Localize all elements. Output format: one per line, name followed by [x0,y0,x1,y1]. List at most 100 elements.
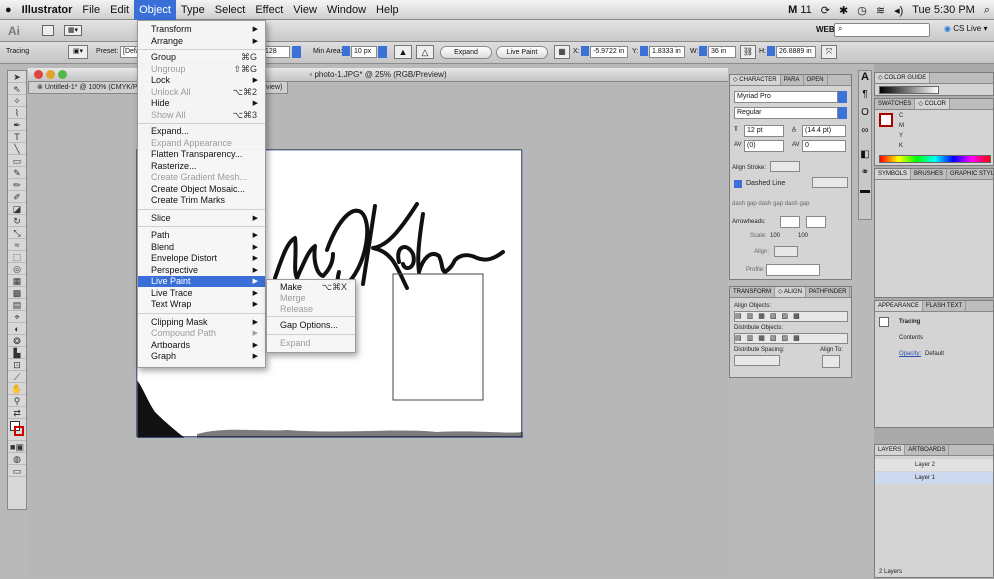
menu-item-live-paint[interactable]: Live Paint ▶ [138,276,265,287]
cs-live[interactable]: ◉ CS Live ▾ [944,24,987,33]
tab-character[interactable]: ◇ CHARACTER [730,75,781,85]
links-panel-icon[interactable]: ∞ [859,125,871,149]
symbol-sprayer-tool-icon[interactable]: ❂ [8,335,26,347]
tab-appearance[interactable]: APPEARANCE [875,301,924,311]
scale-end-value[interactable]: 100 [798,233,808,239]
adobe-status-icon[interactable]: M 11 [788,4,812,16]
w-stepper[interactable] [699,46,707,56]
menu-item-expand-appearance[interactable]: Expand Appearance [138,138,265,149]
menu-item-compound-path[interactable]: Compound Path ▶ [138,328,265,339]
h-field[interactable]: 26.8889 in [776,46,816,58]
close-window-icon[interactable] [34,70,43,79]
transparency-panel-icon[interactable]: ◧ [859,149,871,167]
leading-field[interactable]: (14.4 pt) [802,125,846,137]
color-spectrum[interactable] [879,155,991,163]
menu-item-create-trim-marks[interactable]: Create Trim Marks [138,195,265,206]
font-style-field[interactable]: Regular [734,107,838,119]
x-field[interactable]: -5.9722 in [590,46,628,58]
shape-builder-tool-icon[interactable]: ◎ [8,263,26,275]
profile-dropdown[interactable] [766,264,820,276]
swap-colors-icon[interactable]: ⇄ [8,407,26,419]
tab-artboards[interactable]: ARTBOARDS [905,445,950,455]
layer-row-2[interactable]: Layer 2 [875,459,993,471]
pen-tool-icon[interactable]: ✒ [8,119,26,131]
menu-edit[interactable]: Edit [105,0,134,20]
lasso-tool-icon[interactable]: ⌇ [8,107,26,119]
perspective-grid-tool-icon[interactable]: ▦ [8,275,26,287]
menu-item-unlock-all[interactable]: Unlock All ⌥⌘2 [138,87,265,98]
tab-transform[interactable]: TRANSFORM [730,287,775,297]
wifi-icon[interactable]: ≋ [876,4,885,17]
opentype-panel-icon[interactable]: O [859,107,871,125]
threshold-dropdown-icon[interactable] [292,46,301,58]
menu-help[interactable]: Help [371,0,404,20]
menu-item-text-wrap[interactable]: Text Wrap ▶ [138,299,265,310]
tracing-presets-icon[interactable]: ▣▾ [68,45,88,59]
w-field[interactable]: 36 in [708,46,736,58]
pathfinder-panel-icon[interactable]: ⚭ [859,167,871,185]
kerning-field[interactable]: (0) [744,140,784,152]
zoom-tool-icon[interactable]: ⚲ [8,395,26,407]
font-style-dropdown-icon[interactable] [838,107,847,119]
color-mode-icon[interactable]: ■▣ [8,441,26,453]
opacity-link[interactable]: Opacity: [899,351,921,357]
min-area-field[interactable]: 10 px [351,46,377,58]
menu-item-artboards[interactable]: Artboards ▶ [138,340,265,351]
menu-item-arrange[interactable]: Arrange ▶ [138,36,265,47]
min-area-dropdown-icon[interactable] [378,46,387,58]
align-stroke-buttons[interactable] [770,161,800,172]
menu-item-flatten-transparency[interactable]: Flatten Transparency... [138,149,265,160]
align-objects-buttons[interactable]: ▤▥▦▧▨▩ [734,311,848,322]
menu-item-expand[interactable]: Expand... [138,126,265,137]
distribute-objects-buttons[interactable]: ▤▥▦▧▨▩ [734,333,848,344]
paintbrush-tool-icon[interactable]: ✎ [8,167,26,179]
artboard-tool-icon[interactable]: ⊡ [8,359,26,371]
minimize-window-icon[interactable] [46,70,55,79]
zoom-window-icon[interactable] [58,70,67,79]
time-machine-icon[interactable]: ◷ [857,4,867,17]
menu-object[interactable]: Object [134,0,176,20]
draw-mode-icon[interactable]: ◍ [8,453,26,465]
direct-selection-tool-icon[interactable]: ⇖ [8,83,26,95]
transform-options-icon[interactable]: ⤧ [821,45,837,59]
menu-item-ungroup[interactable]: Ungroup ⇧⌘G [138,64,265,75]
constrain-link-icon[interactable]: ⛓ [740,45,756,59]
tab-symbols[interactable]: SYMBOLS [875,169,912,179]
arrange-documents-icon[interactable]: ▦▾ [64,25,82,36]
fill-stroke-swatch[interactable] [879,113,893,127]
line-tool-icon[interactable]: ╲ [8,143,26,155]
free-transform-tool-icon[interactable]: ⬚ [8,251,26,263]
selection-tool-icon[interactable]: ➤ [8,71,26,83]
tab-brushes[interactable]: BRUSHES [911,169,948,179]
end-arrowhead-dropdown[interactable] [806,216,826,228]
font-family-field[interactable]: Myriad Pro [734,91,838,103]
start-arrowhead-dropdown[interactable] [780,216,800,228]
menu-view[interactable]: View [288,0,322,20]
bridge-icon[interactable] [42,25,54,36]
document-tab-close-icon[interactable]: ⊗ [37,84,43,91]
appearance-contents[interactable]: Contents [899,335,923,341]
live-paint-button[interactable]: Live Paint [496,46,548,59]
graph-tool-icon[interactable]: ▙ [8,347,26,359]
menu-item-perspective[interactable]: Perspective ▶ [138,265,265,276]
menu-illustrator[interactable]: Illustrator [17,0,78,20]
outline-icon[interactable]: △ [416,45,434,59]
menu-item-slice[interactable]: Slice ▶ [138,213,265,224]
align-to-dropdown[interactable] [822,355,840,368]
spotlight-icon[interactable]: ⌕ [984,4,990,17]
h-stepper[interactable] [767,46,775,56]
tab-opentype[interactable]: OPEN [804,75,828,85]
rectangle-tool-icon[interactable]: ▭ [8,155,26,167]
volume-icon[interactable]: ◂) [894,4,903,17]
menu-item-create-object-mosaic[interactable]: Create Object Mosaic... [138,184,265,195]
blob-brush-tool-icon[interactable]: ✐ [8,191,26,203]
dashed-line-checkbox[interactable] [734,180,742,188]
menu-item-rasterize[interactable]: Rasterize... [138,161,265,172]
live-paint-item-expand[interactable]: Expand [267,338,355,349]
blend-tool-icon[interactable]: ◐ [8,323,26,335]
menu-file[interactable]: File [77,0,105,20]
x-stepper[interactable] [581,46,589,56]
menu-window[interactable]: Window [322,0,371,20]
y-stepper[interactable] [640,46,648,56]
gradient-tool-icon[interactable]: ▤ [8,299,26,311]
